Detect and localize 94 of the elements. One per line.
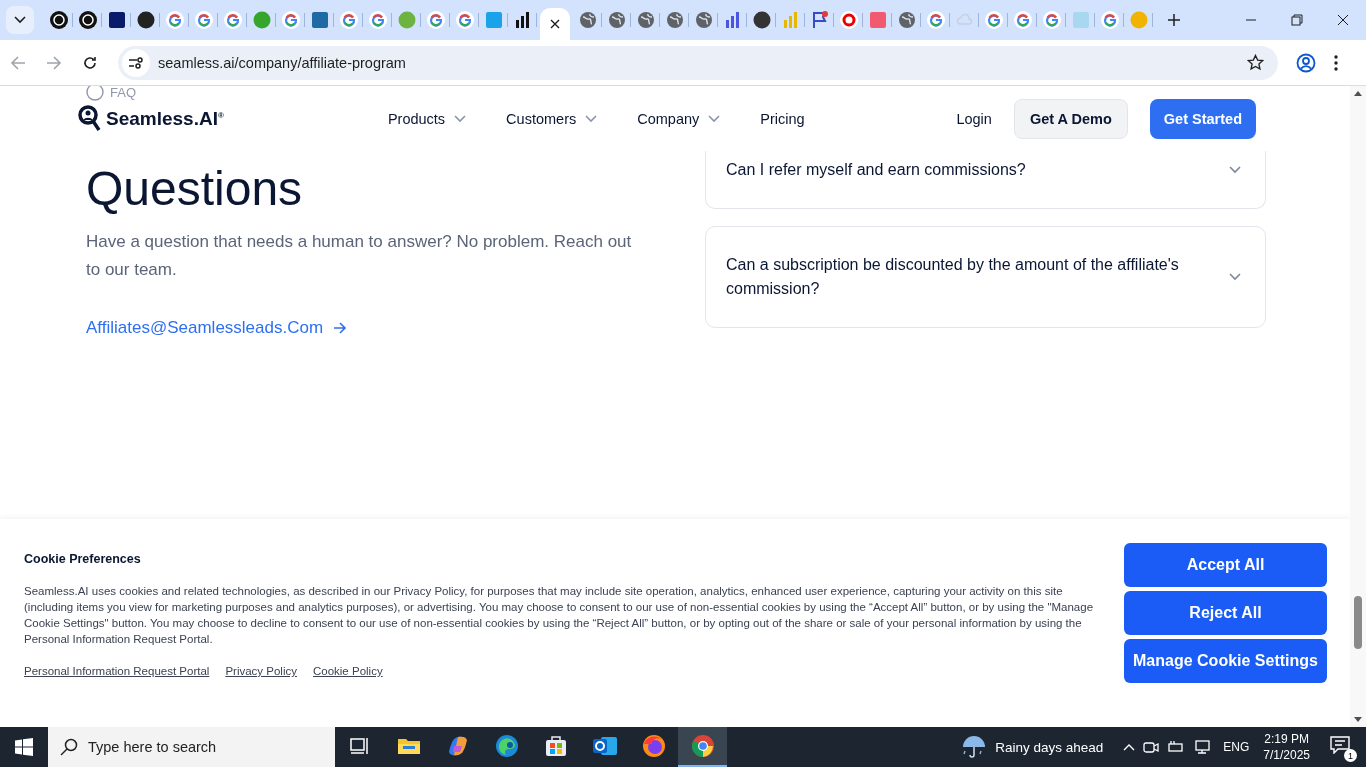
- scrollbar[interactable]: [1350, 86, 1366, 727]
- faq-question[interactable]: Can a subscription be discounted by the amount of the affiliate's commission?: [705, 226, 1266, 328]
- edge-icon[interactable]: [494, 734, 519, 758]
- g-logo-icon[interactable]: [339, 11, 358, 29]
- menu-icon[interactable]: [1334, 54, 1338, 71]
- g-logo-icon[interactable]: [984, 11, 1003, 29]
- policy-link[interactable]: Privacy Policy: [225, 665, 297, 677]
- circle-icon[interactable]: [136, 11, 155, 29]
- email-link[interactable]: Affiliates@Seamlessleads.Com: [86, 318, 348, 338]
- square-icon[interactable]: [107, 11, 126, 29]
- arrow-right-icon: [333, 322, 348, 334]
- mail-app-icon[interactable]: [591, 734, 618, 758]
- folder-icon[interactable]: [396, 736, 421, 756]
- magnifier-logo-icon[interactable]: [78, 105, 102, 132]
- g-logo-icon[interactable]: [1042, 11, 1061, 29]
- g-logo-icon[interactable]: [194, 11, 213, 29]
- cookie-title: Cookie Preferences: [24, 552, 142, 566]
- globe-icon[interactable]: [694, 11, 713, 29]
- language-indicator[interactable]: ENG: [1223, 740, 1250, 754]
- chevron-up-icon[interactable]: [1123, 743, 1136, 751]
- globe-icon[interactable]: [665, 11, 684, 29]
- intro-text: Have a question that needs a human to answer? No problem. Reach out to our team.: [86, 231, 633, 281]
- g-logo-icon[interactable]: [368, 11, 387, 29]
- chrome-icon[interactable]: [690, 734, 715, 758]
- umbrella-icon[interactable]: [961, 735, 988, 759]
- reload-icon[interactable]: [82, 54, 98, 71]
- question-text: Can a subscription be discounted by the amount of the affiliate's commission?: [726, 255, 1180, 299]
- chevron-icon: [1229, 166, 1241, 174]
- question-text: Can I refer myself and earn commissions?: [726, 160, 1027, 180]
- profile-icon[interactable]: [1296, 52, 1316, 73]
- heading-text: Questions: [86, 161, 304, 217]
- ring-icon[interactable]: [839, 11, 858, 29]
- notifications-icon[interactable]: [1330, 736, 1350, 754]
- battery-plug-icon[interactable]: [1167, 740, 1186, 754]
- chevron-down-icon: [708, 114, 721, 123]
- nav-menu-item[interactable]: Customers: [506, 110, 598, 127]
- logo-text[interactable]: Seamless.AI$^{®}$: [106, 107, 224, 130]
- chevron-down-icon: [585, 114, 598, 123]
- policy-link[interactable]: Personal Information Request Portal: [24, 665, 210, 677]
- demo-button[interactable]: Get A Demo: [1013, 98, 1128, 139]
- address-text[interactable]: seamless.ai/company/affiliate-program: [158, 54, 406, 71]
- g-logo-icon[interactable]: [165, 11, 184, 29]
- store-icon[interactable]: [543, 734, 568, 758]
- close-icon[interactable]: [550, 19, 560, 29]
- flag-icon[interactable]: [810, 11, 829, 29]
- globe-icon[interactable]: [897, 11, 916, 29]
- cookie-button[interactable]: Accept All: [1124, 543, 1327, 587]
- get-started-button[interactable]: Get Started: [1149, 98, 1256, 139]
- help-icon: [86, 86, 104, 101]
- nav-menu-item[interactable]: Pricing: [760, 110, 805, 127]
- g-logo-icon[interactable]: [426, 11, 445, 29]
- login-link[interactable]: Login: [956, 110, 992, 127]
- taskbar-app[interactable]: [678, 727, 727, 767]
- plus-icon: [1167, 13, 1181, 27]
- g-logo-icon[interactable]: [926, 11, 945, 29]
- globe-icon[interactable]: [607, 11, 626, 29]
- tab-search-button[interactable]: [6, 6, 34, 34]
- chevron-icon: [1229, 273, 1241, 281]
- cookie-button[interactable]: Reject All: [1124, 591, 1327, 635]
- forward-icon[interactable]: [46, 54, 62, 71]
- chevron-down-icon: [454, 114, 467, 123]
- star-icon[interactable]: [1247, 54, 1264, 71]
- bars-icon[interactable]: [513, 11, 532, 29]
- g-logo-icon[interactable]: [1100, 11, 1119, 29]
- chevron-icon: [14, 16, 26, 24]
- back-icon[interactable]: [10, 54, 26, 71]
- circle-icon[interactable]: [752, 11, 771, 29]
- globe-icon[interactable]: [578, 11, 597, 29]
- g-logo-icon[interactable]: [223, 11, 242, 29]
- scroll-up-icon[interactable]: [1354, 90, 1362, 96]
- g-logo-icon[interactable]: [455, 11, 474, 29]
- cookie-text: Seamless.AI uses cookies and related technologies, as described in our Privacy Policy, for purposes that may include site operation, analytics, enhanced user experience, capturing your activity on this site (including items you view for marketing purposes and analytics purposes), or advertising. You may choose to consent to our use of non-essential cookies by using the “Accept All” button, or by using the "Manage Cookie Settings" button. You may choose to decline to consent to our use of non-essential cookies by using the “Reject All” button, or by opting out of the share or sale of your personal information by using the Personal Information Request Portal.: [24, 584, 1095, 647]
- policy-link[interactable]: Cookie Policy: [312, 665, 383, 677]
- clock[interactable]: 2:19 PM 7/1/2025: [1263, 731, 1310, 763]
- scrollbar-thumb[interactable]: [1354, 596, 1362, 649]
- nav-menu-item[interactable]: Products: [387, 110, 467, 127]
- g-logo-icon[interactable]: [281, 11, 300, 29]
- search-icon: [60, 738, 78, 756]
- globe-icon[interactable]: [636, 11, 655, 29]
- search-field[interactable]: Type here to search: [48, 727, 335, 767]
- windows-logo-icon: [15, 738, 33, 756]
- faq-question[interactable]: Can I refer myself and earn commissions?: [705, 151, 1266, 209]
- fox-browser-icon[interactable]: [641, 734, 666, 758]
- site-settings-icon[interactable]: [128, 55, 144, 70]
- g-logo-icon[interactable]: [1013, 11, 1032, 29]
- cookie-button[interactable]: Manage Cookie Settings: [1124, 639, 1327, 683]
- weather-text[interactable]: Rainy days ahead: [995, 739, 1104, 755]
- notification-count: 1: [1344, 749, 1357, 762]
- nav-menu-item[interactable]: Company: [637, 110, 721, 127]
- faq-label: FAQ: [110, 86, 136, 100]
- task-view-icon[interactable]: [348, 736, 371, 756]
- camera-icon[interactable]: [1143, 740, 1160, 754]
- network-icon[interactable]: [1193, 740, 1212, 754]
- scroll-down-icon[interactable]: [1354, 717, 1362, 723]
